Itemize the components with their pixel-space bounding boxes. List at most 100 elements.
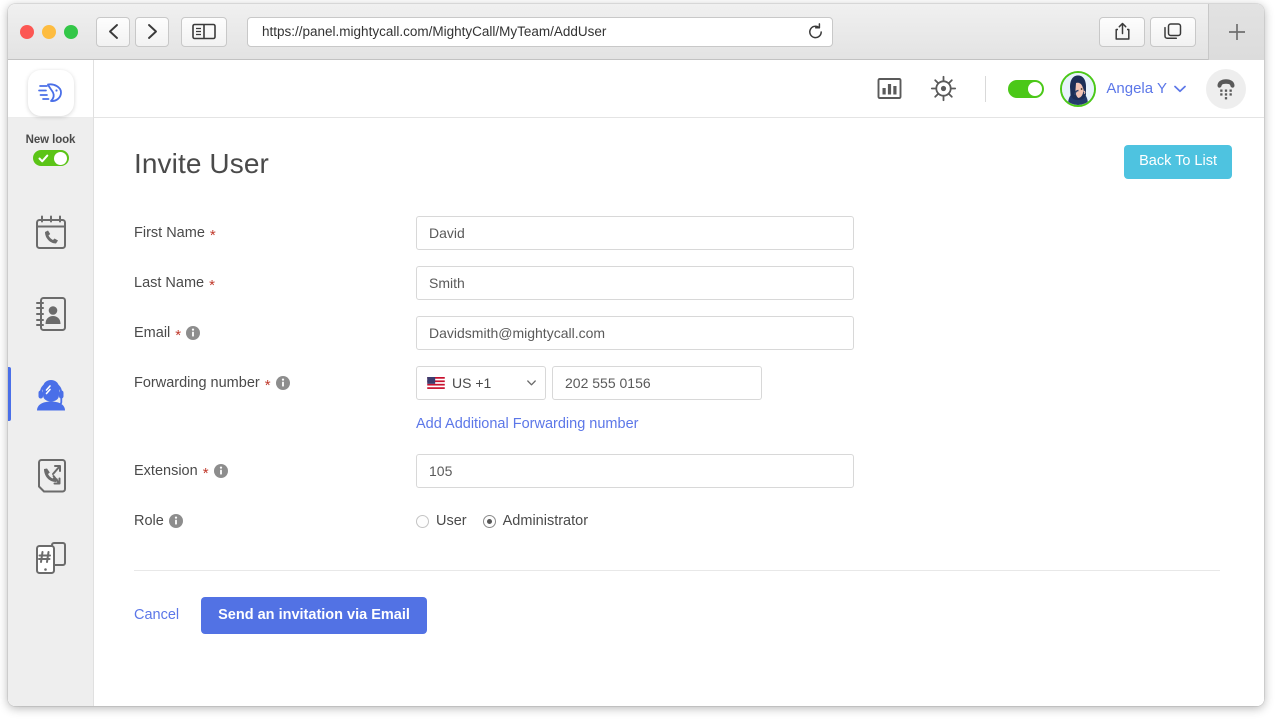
url-text: https://panel.mightycall.com/MightyCall/…: [262, 24, 607, 39]
reports-button[interactable]: [877, 76, 902, 101]
role-label: Role: [134, 513, 416, 529]
role-info-icon[interactable]: [168, 514, 183, 528]
email-label: Email *: [134, 325, 416, 344]
share-icon: [1114, 22, 1130, 40]
invite-user-form-area: Invite User Back To List First Name * Da…: [94, 118, 1264, 634]
caret-down-icon: [527, 380, 536, 386]
form-divider: [134, 570, 1220, 571]
role-option-administrator[interactable]: Administrator: [482, 513, 588, 529]
new-look-label: New look: [25, 134, 76, 146]
send-invitation-button[interactable]: Send an invitation via Email: [201, 597, 427, 634]
new-look-toggle[interactable]: [32, 150, 69, 166]
last-name-input[interactable]: Smith: [416, 266, 854, 300]
sidebar-item-contacts[interactable]: [8, 273, 93, 354]
sidebar-item-numbers[interactable]: [8, 516, 93, 597]
radio-button-administrator[interactable]: [482, 514, 496, 528]
toolbar-right-buttons: [1099, 16, 1196, 47]
back-to-list-button[interactable]: Back To List: [1124, 145, 1232, 179]
required-marker: *: [175, 326, 182, 344]
country-code-value: US +1: [452, 375, 492, 391]
new-tab-button[interactable]: [1208, 4, 1264, 60]
avatar: [1060, 70, 1097, 107]
invite-user-form: First Name * David Last Name * Smith Ema…: [134, 208, 1220, 634]
sidebar-nav: [8, 192, 93, 597]
settings-button[interactable]: [930, 75, 957, 102]
forwarding-number-info-icon[interactable]: [275, 376, 290, 390]
availability-toggle[interactable]: [1008, 79, 1045, 98]
info-icon: [168, 514, 183, 528]
back-chevron-icon: [108, 24, 118, 39]
back-button[interactable]: [96, 16, 130, 47]
first-name-value: David: [429, 225, 465, 241]
first-name-label-text: First Name: [134, 225, 205, 241]
email-value: Davidsmith@mightycall.com: [429, 325, 606, 341]
dialpad-button[interactable]: [1206, 68, 1246, 109]
form-row-add-forwarding-link: Add Additional Forwarding number: [134, 408, 1218, 446]
role-radio-group: User Administrator: [416, 513, 588, 529]
minimize-window-button[interactable]: [42, 24, 56, 39]
navigation-buttons: [96, 16, 169, 47]
first-name-input[interactable]: David: [416, 216, 854, 250]
address-bar[interactable]: https://panel.mightycall.com/MightyCall/…: [247, 16, 833, 47]
form-row-email: Email * Davidsmith@mightycall.com: [134, 308, 1218, 358]
toggle-knob: [1028, 81, 1043, 96]
forwarding-number-label: Forwarding number *: [134, 375, 416, 394]
add-additional-forwarding-number-link[interactable]: Add Additional Forwarding number: [416, 408, 638, 446]
user-menu-caret[interactable]: [1174, 80, 1186, 98]
chevron-down-icon: [1174, 85, 1186, 92]
show-tabs-button[interactable]: [1150, 16, 1196, 47]
form-row-role: Role User Administrator: [134, 496, 1218, 546]
browser-toolbar: https://panel.mightycall.com/MightyCall/…: [8, 4, 1264, 60]
toggle-knob: [54, 151, 67, 165]
role-option-user[interactable]: User: [416, 513, 467, 529]
extension-label-text: Extension: [134, 463, 198, 479]
form-row-last-name: Last Name * Smith: [134, 258, 1218, 308]
user-menu[interactable]: Angela Y: [1060, 70, 1186, 107]
close-window-button[interactable]: [20, 24, 34, 39]
window-controls: [20, 24, 78, 39]
page-body: New look Angela Y Invite User Back To Li…: [8, 60, 1264, 706]
extension-input[interactable]: 105: [416, 454, 854, 488]
sidebar-item-call-routing[interactable]: [8, 435, 93, 516]
info-icon: [275, 376, 290, 390]
form-row-extension: Extension * 105: [134, 446, 1218, 496]
country-code-select[interactable]: US +1: [416, 366, 546, 400]
show-tabs-icon: [1164, 23, 1182, 40]
new-look-switcher[interactable]: New look: [25, 134, 76, 166]
extension-info-icon[interactable]: [213, 464, 228, 478]
share-button[interactable]: [1099, 16, 1145, 47]
form-row-first-name: First Name * David: [134, 208, 1218, 258]
browser-window: https://panel.mightycall.com/MightyCall/…: [8, 4, 1264, 706]
user-avatar: [1062, 72, 1095, 105]
email-info-icon[interactable]: [186, 326, 201, 340]
mightycall-logo: [37, 82, 62, 102]
sidebar-toggle-button[interactable]: [181, 16, 227, 47]
reload-icon: [809, 22, 822, 38]
new-tab-plus-icon: [1228, 23, 1245, 40]
info-icon: [213, 464, 228, 478]
app-header: Angela Y: [94, 60, 1264, 118]
info-icon: [186, 326, 201, 340]
maximize-window-button[interactable]: [64, 24, 78, 39]
reload-button[interactable]: [807, 22, 824, 41]
app-logo-button[interactable]: [27, 69, 74, 116]
email-input[interactable]: Davidsmith@mightycall.com: [416, 316, 854, 350]
extension-value: 105: [429, 463, 453, 479]
forward-button[interactable]: [135, 16, 169, 47]
sidebar-item-call-history[interactable]: [8, 192, 93, 273]
cancel-button[interactable]: Cancel: [134, 607, 179, 623]
us-flag-icon: [427, 377, 445, 389]
sidebar-item-my-team[interactable]: [8, 354, 93, 435]
sidebar-toggle-icon: [192, 23, 216, 40]
last-name-label: Last Name *: [134, 275, 416, 293]
required-marker: *: [264, 376, 271, 394]
forwarding-number-controls: US +1 202 555 0156: [416, 366, 762, 400]
forwarding-number-input[interactable]: 202 555 0156: [552, 366, 762, 400]
radio-button-user[interactable]: [416, 514, 429, 528]
role-label-text: Role: [134, 513, 164, 529]
first-name-label: First Name *: [134, 225, 416, 243]
extension-label: Extension *: [134, 463, 416, 481]
forward-chevron-icon: [147, 24, 157, 39]
bar-chart-icon: [877, 78, 902, 99]
header-divider: [985, 75, 987, 102]
